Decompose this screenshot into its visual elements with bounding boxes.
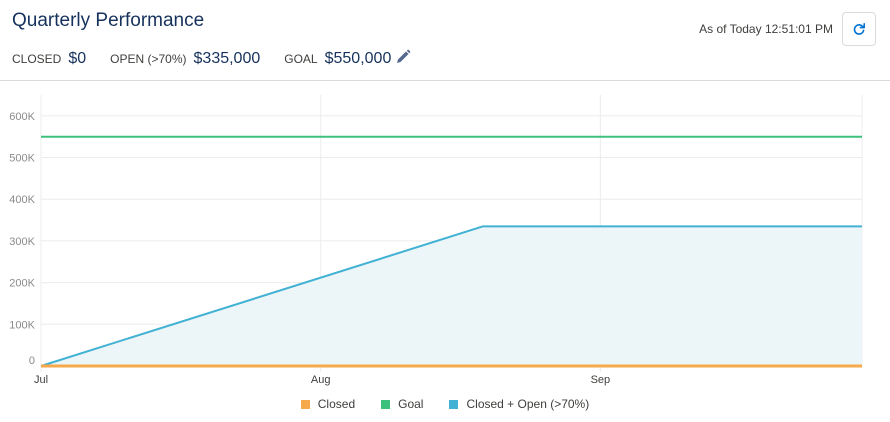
y-tick-label: 100K	[9, 319, 35, 331]
y-tick-label: 0	[29, 355, 35, 367]
legend-label-closed: Closed	[317, 397, 356, 411]
as-of-timestamp: As of Today 12:51:01 PM	[699, 22, 833, 36]
x-tick-label: Aug	[311, 374, 331, 386]
series-area-closed-open	[41, 226, 862, 366]
y-tick-label: 600K	[9, 111, 35, 123]
chart-area: 0 100K 200K 300K 400K 500K 600K Jul Aug Sep	[0, 81, 890, 422]
goal-value: $550,000	[324, 50, 392, 67]
legend-label-goal: Goal	[398, 397, 424, 411]
y-tick-label: 300K	[9, 236, 35, 248]
goal-label: GOAL	[284, 52, 318, 66]
open-value: $335,000	[193, 50, 261, 67]
refresh-icon	[853, 23, 865, 35]
x-tick-label: Jul	[34, 374, 48, 386]
refresh-button[interactable]	[842, 12, 876, 46]
y-tick-label: 500K	[9, 153, 35, 165]
legend-item-closed-open[interactable]: Closed + Open (>70%)	[449, 397, 589, 411]
metrics-bar: CLOSED $0 OPEN (>70%) $335,000 GOAL $550…	[12, 47, 411, 68]
y-tick-label: 200K	[9, 278, 35, 290]
quarterly-chart: 0 100K 200K 300K 400K 500K 600K Jul Aug Sep	[9, 95, 863, 386]
x-tick-label: Sep	[591, 374, 611, 386]
legend-swatch-goal	[381, 399, 391, 409]
chart-legend: Closed Goal Closed + Open (>70%)	[0, 397, 890, 411]
header: Quarterly Performance CLOSED $0 OPEN (>7…	[0, 0, 890, 81]
legend-item-closed[interactable]: Closed	[300, 397, 356, 411]
closed-label: CLOSED	[12, 52, 62, 66]
legend-label-closed-open: Closed + Open (>70%)	[466, 397, 590, 411]
pencil-icon[interactable]	[395, 49, 411, 65]
legend-item-goal[interactable]: Goal	[381, 397, 423, 411]
page-title: Quarterly Performance	[12, 10, 205, 31]
open-label: OPEN (>70%)	[110, 52, 187, 66]
legend-swatch-closed	[300, 399, 310, 409]
y-tick-label: 400K	[9, 194, 35, 206]
closed-value: $0	[68, 50, 87, 67]
legend-swatch-closed-open	[449, 399, 459, 409]
